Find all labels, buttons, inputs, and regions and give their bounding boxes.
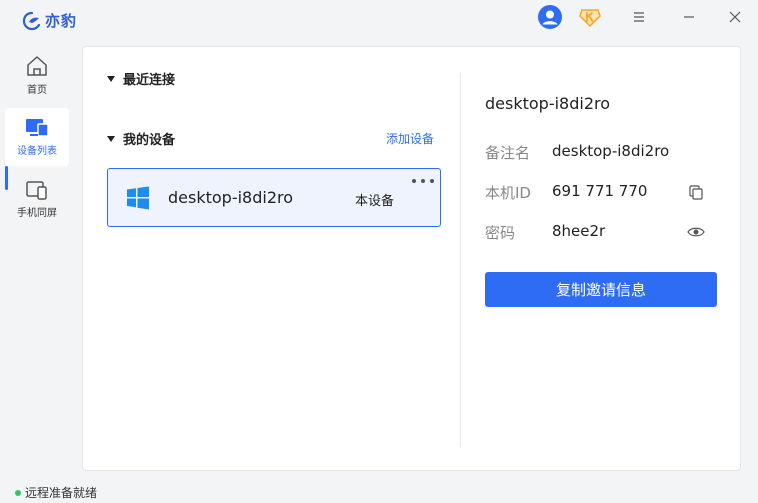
sidebar-item-label: 首页: [27, 85, 47, 96]
devices-icon: [26, 119, 49, 137]
this-device-tag: 本设备: [355, 194, 395, 209]
password-label: 密码: [485, 224, 516, 242]
device-id-label: 本机ID: [485, 184, 531, 202]
status-bar: 远程准备就绪: [15, 484, 97, 501]
more-options-icon[interactable]: [412, 175, 434, 187]
device-detail-title: desktop-i8di2ro: [485, 94, 611, 113]
menu-icon[interactable]: [626, 4, 652, 30]
sidebar-item-devices[interactable]: 设备列表: [5, 108, 69, 166]
device-id-value: 691 771 770: [552, 182, 648, 200]
copy-invite-button[interactable]: 复制邀请信息: [485, 272, 717, 307]
section-title: 我的设备: [123, 133, 176, 148]
collapse-triangle-icon: [107, 135, 115, 142]
close-icon[interactable]: [722, 4, 748, 30]
windows-icon: [127, 186, 149, 210]
password-value: 8hee2r: [552, 222, 606, 240]
remark-name-label: 备注名: [485, 144, 531, 162]
app-logo: 亦豹: [22, 10, 77, 31]
main-panel: 最近连接 我的设备 添加设备 desktop-i8di2ro 本设备 deskt…: [82, 46, 741, 471]
recent-connections-header[interactable]: 最近连接: [107, 69, 175, 88]
user-avatar-icon[interactable]: [537, 4, 563, 30]
status-dot-icon: [15, 489, 21, 496]
sidebar-item-home[interactable]: 首页: [5, 46, 69, 104]
sidebar-item-phone-mirror[interactable]: 手机同屏: [5, 170, 69, 228]
vip-badge-icon[interactable]: [577, 4, 603, 30]
section-title: 最近连接: [123, 73, 176, 88]
title-bar: 亦豹: [0, 0, 758, 44]
sidebar-item-label: 手机同屏: [17, 208, 57, 219]
eye-icon[interactable]: [687, 223, 705, 241]
copy-icon[interactable]: [687, 183, 705, 201]
device-name: desktop-i8di2ro: [168, 188, 294, 207]
my-devices-header[interactable]: 我的设备: [107, 129, 175, 148]
sidebar: 首页 设备列表 手机同屏: [0, 44, 74, 474]
sidebar-item-label: 设备列表: [17, 146, 57, 157]
add-device-link[interactable]: 添加设备: [386, 130, 434, 147]
panel-divider: [460, 73, 461, 447]
remark-name-value: desktop-i8di2ro: [552, 142, 670, 160]
status-text: 远程准备就绪: [25, 486, 98, 500]
collapse-triangle-icon: [107, 75, 115, 82]
home-icon: [27, 56, 47, 76]
device-card[interactable]: desktop-i8di2ro 本设备: [107, 168, 441, 227]
minimize-icon[interactable]: [676, 4, 702, 30]
phone-mirror-icon: [26, 181, 47, 200]
app-name: 亦豹: [45, 12, 78, 30]
leopard-logo-icon: [22, 11, 41, 30]
